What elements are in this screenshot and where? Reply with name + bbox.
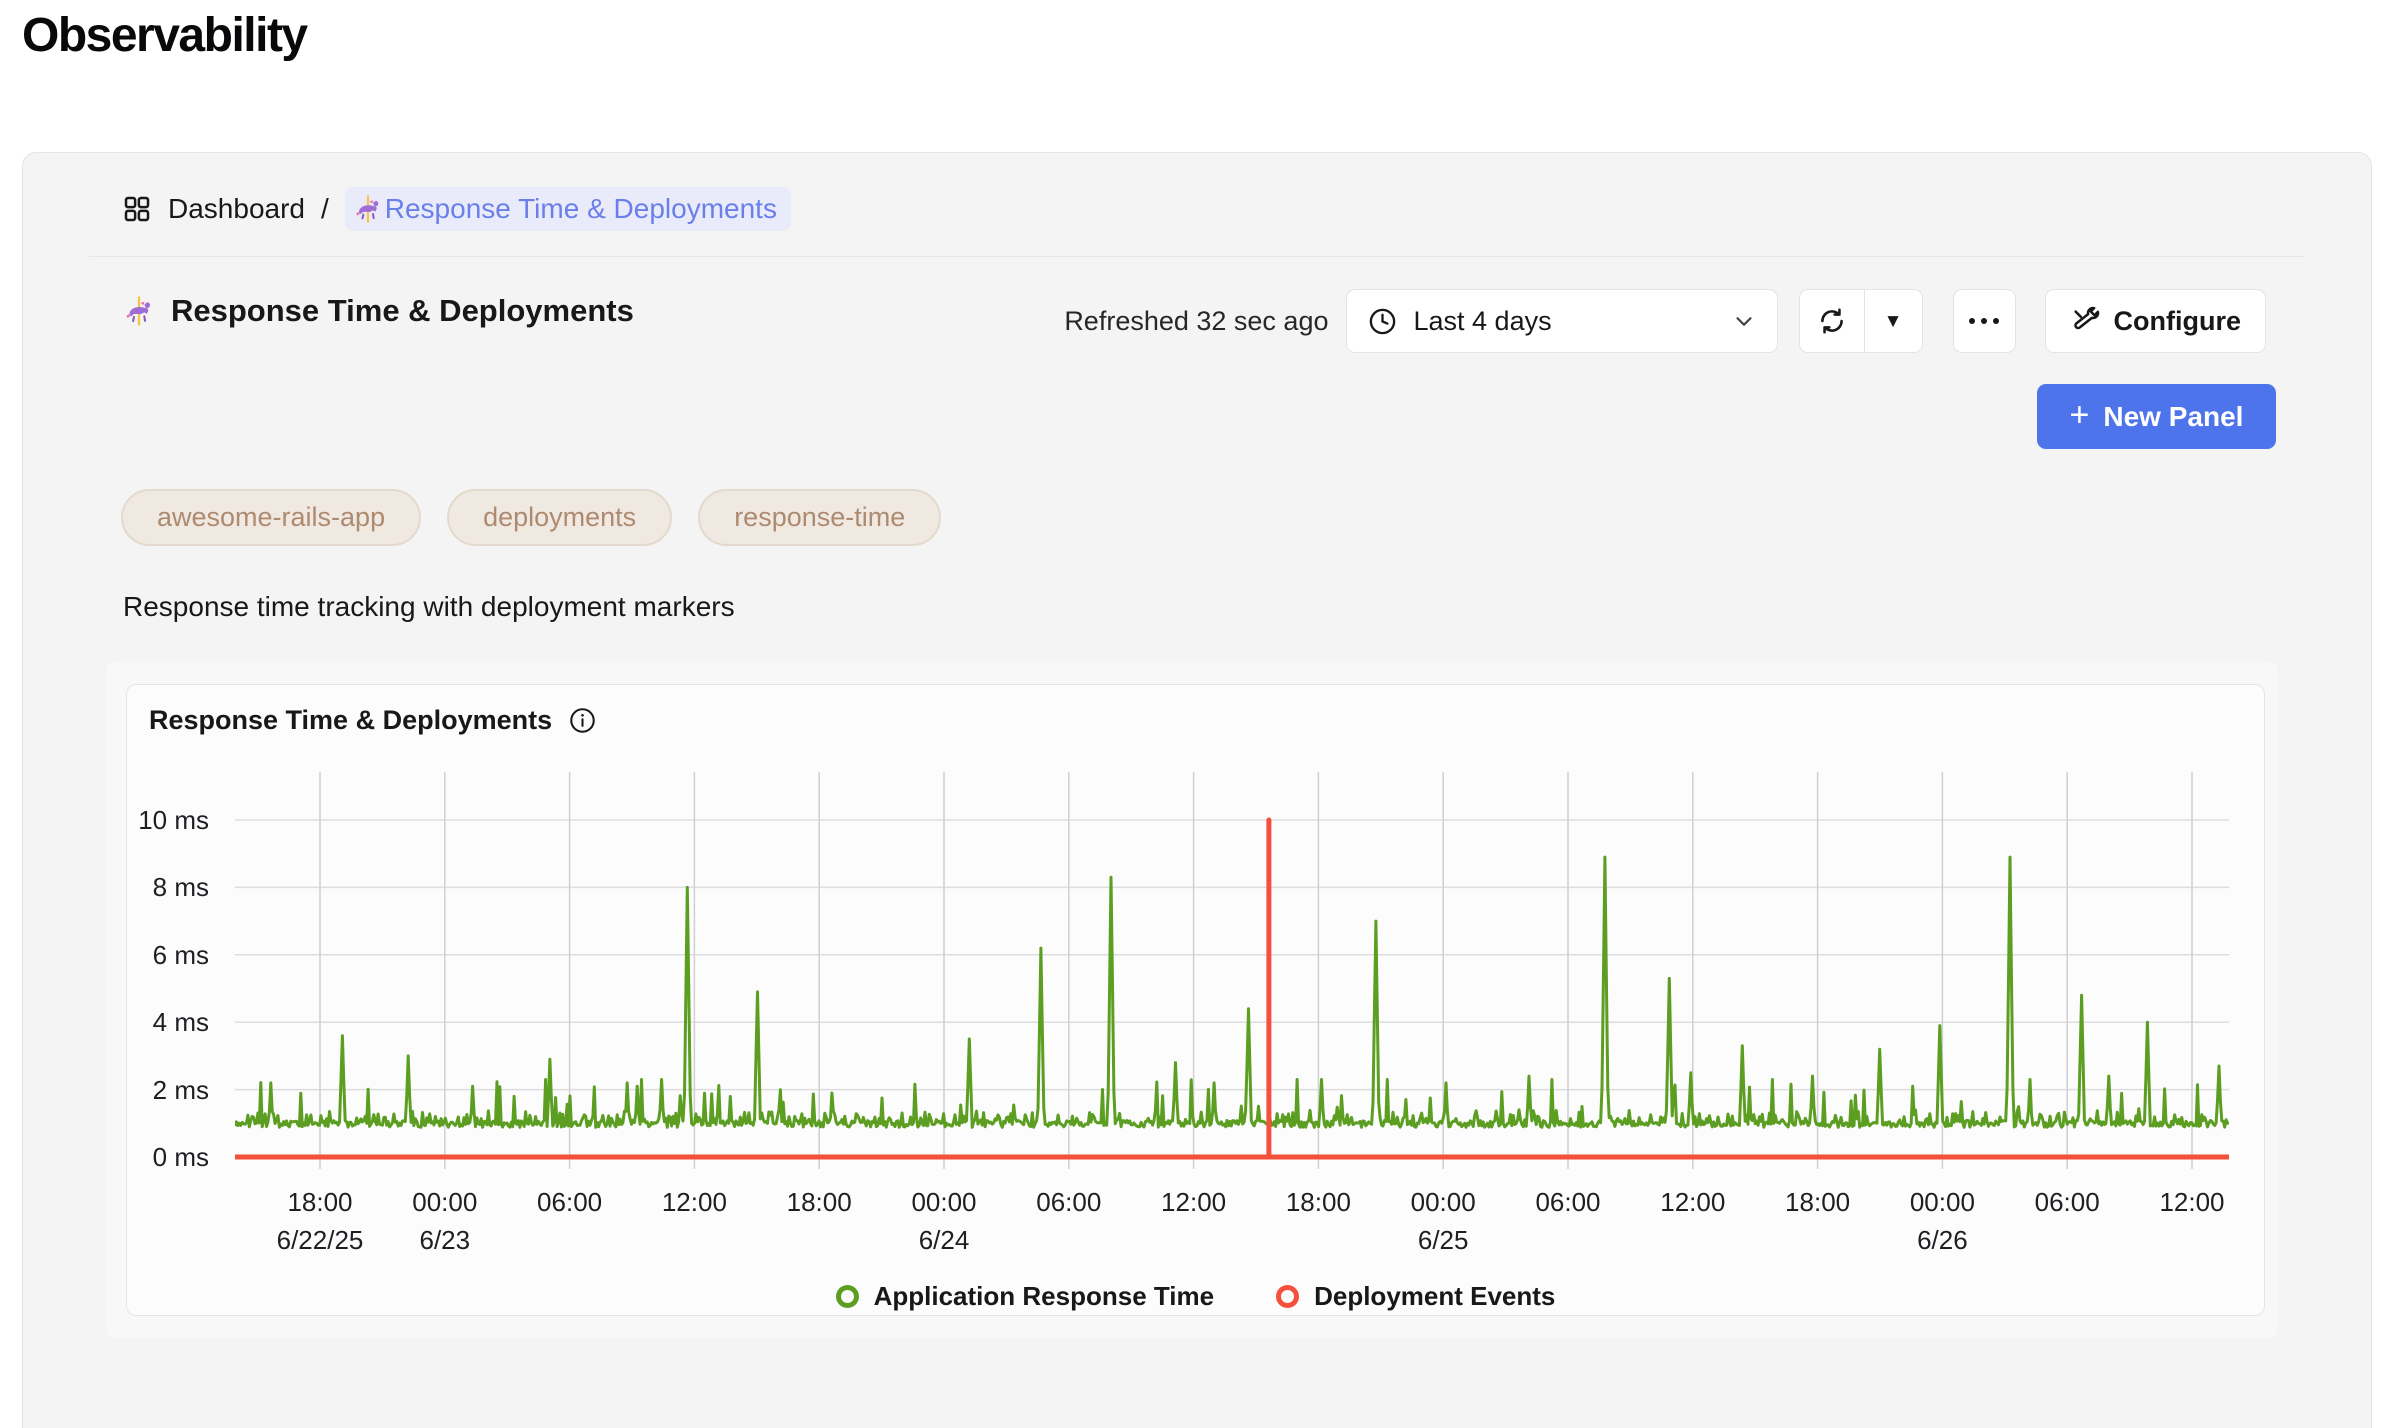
legend-marker-ring [1276, 1285, 1299, 1308]
legend-item[interactable]: Application Response Time [836, 1281, 1214, 1312]
dashboard-card: Dashboard / Response Time & Deployments … [22, 152, 2372, 1428]
ellipsis-icon [1969, 318, 1975, 324]
configure-label: Configure [2114, 306, 2242, 337]
breadcrumb-dashboard-link[interactable]: Dashboard [122, 193, 305, 225]
chart-card: Response Time & Deployments 0 ms 2 ms 4 ms… [106, 661, 2278, 1338]
x-tick-label: 12:00 [2112, 1187, 2272, 1218]
legend-label: Deployment Events [1314, 1281, 1555, 1312]
observability-page: Observability Dashboard / [0, 0, 2394, 1428]
carousel-horse-icon [123, 295, 155, 327]
panel-description: Response time tracking with deployment m… [123, 591, 735, 623]
panel-title: Response Time & Deployments [123, 293, 634, 329]
time-range-value: Last 4 days [1414, 306, 1715, 337]
chart-legend: Application Response Time Deployment Even… [127, 1281, 2264, 1312]
tag-chip[interactable]: response-time [698, 489, 941, 546]
configure-button[interactable]: Configure [2045, 289, 2267, 353]
y-tick-label: 4 ms [127, 1007, 209, 1037]
chart-title: Response Time & Deployments [149, 705, 597, 736]
y-tick-label: 8 ms [127, 872, 209, 902]
chevron-down-icon [1731, 308, 1757, 334]
legend-marker-ring [836, 1285, 859, 1308]
dashboard-grid-icon [122, 194, 152, 224]
x-tick-date-label: 6/25 [1363, 1225, 1523, 1256]
y-tick-label: 10 ms [127, 805, 209, 835]
y-tick-label: 0 ms [127, 1142, 209, 1172]
chart-title-label: Response Time & Deployments [149, 705, 552, 736]
breadcrumb-current-chip[interactable]: Response Time & Deployments [345, 187, 791, 231]
clock-icon [1367, 306, 1398, 337]
y-tick-label: 2 ms [127, 1075, 209, 1105]
breadcrumb-separator: / [321, 193, 329, 225]
x-tick-date-label: 6/23 [365, 1225, 525, 1256]
page-title: Observability [22, 8, 307, 63]
panel-controls: Refreshed 32 sec ago Last 4 days [1064, 289, 2266, 353]
refresh-split-button: ▼ [1799, 289, 1923, 353]
x-tick-date-label: 6/24 [864, 1225, 1024, 1256]
tag-list: awesome-rails-app deployments response-tim… [121, 489, 941, 546]
panel-title-label: Response Time & Deployments [171, 293, 634, 329]
chart-plot-area[interactable] [235, 772, 2229, 1172]
tag-chip[interactable]: deployments [447, 489, 672, 546]
tools-icon [2070, 306, 2100, 336]
refreshed-status: Refreshed 32 sec ago [1064, 306, 1328, 337]
x-tick-date-label: 6/26 [1862, 1225, 2022, 1256]
breadcrumb: Dashboard / Response Time & Deployments [122, 187, 791, 231]
info-icon[interactable] [568, 706, 597, 735]
chart-panel: Response Time & Deployments 0 ms 2 ms 4 ms… [126, 684, 2265, 1316]
carousel-horse-icon [353, 194, 383, 224]
response-time-chart[interactable] [235, 772, 2229, 1172]
time-range-select[interactable]: Last 4 days [1346, 289, 1778, 353]
new-panel-label: New Panel [2103, 401, 2243, 433]
tag-chip[interactable]: awesome-rails-app [121, 489, 421, 546]
refresh-options-button[interactable]: ▼ [1864, 290, 1922, 352]
y-tick-label: 6 ms [127, 940, 209, 970]
legend-label: Application Response Time [874, 1281, 1214, 1312]
refresh-button[interactable] [1800, 290, 1864, 352]
caret-down-icon: ▼ [1884, 312, 1903, 331]
refresh-icon [1816, 305, 1848, 337]
breadcrumb-current-label: Response Time & Deployments [385, 193, 777, 225]
more-options-button[interactable] [1953, 289, 2016, 353]
legend-item[interactable]: Deployment Events [1276, 1281, 1555, 1312]
new-panel-button[interactable]: + New Panel [2037, 384, 2276, 449]
breadcrumb-section-label: Dashboard [168, 193, 305, 225]
header-divider [89, 256, 2305, 257]
plus-icon: + [2070, 398, 2090, 432]
